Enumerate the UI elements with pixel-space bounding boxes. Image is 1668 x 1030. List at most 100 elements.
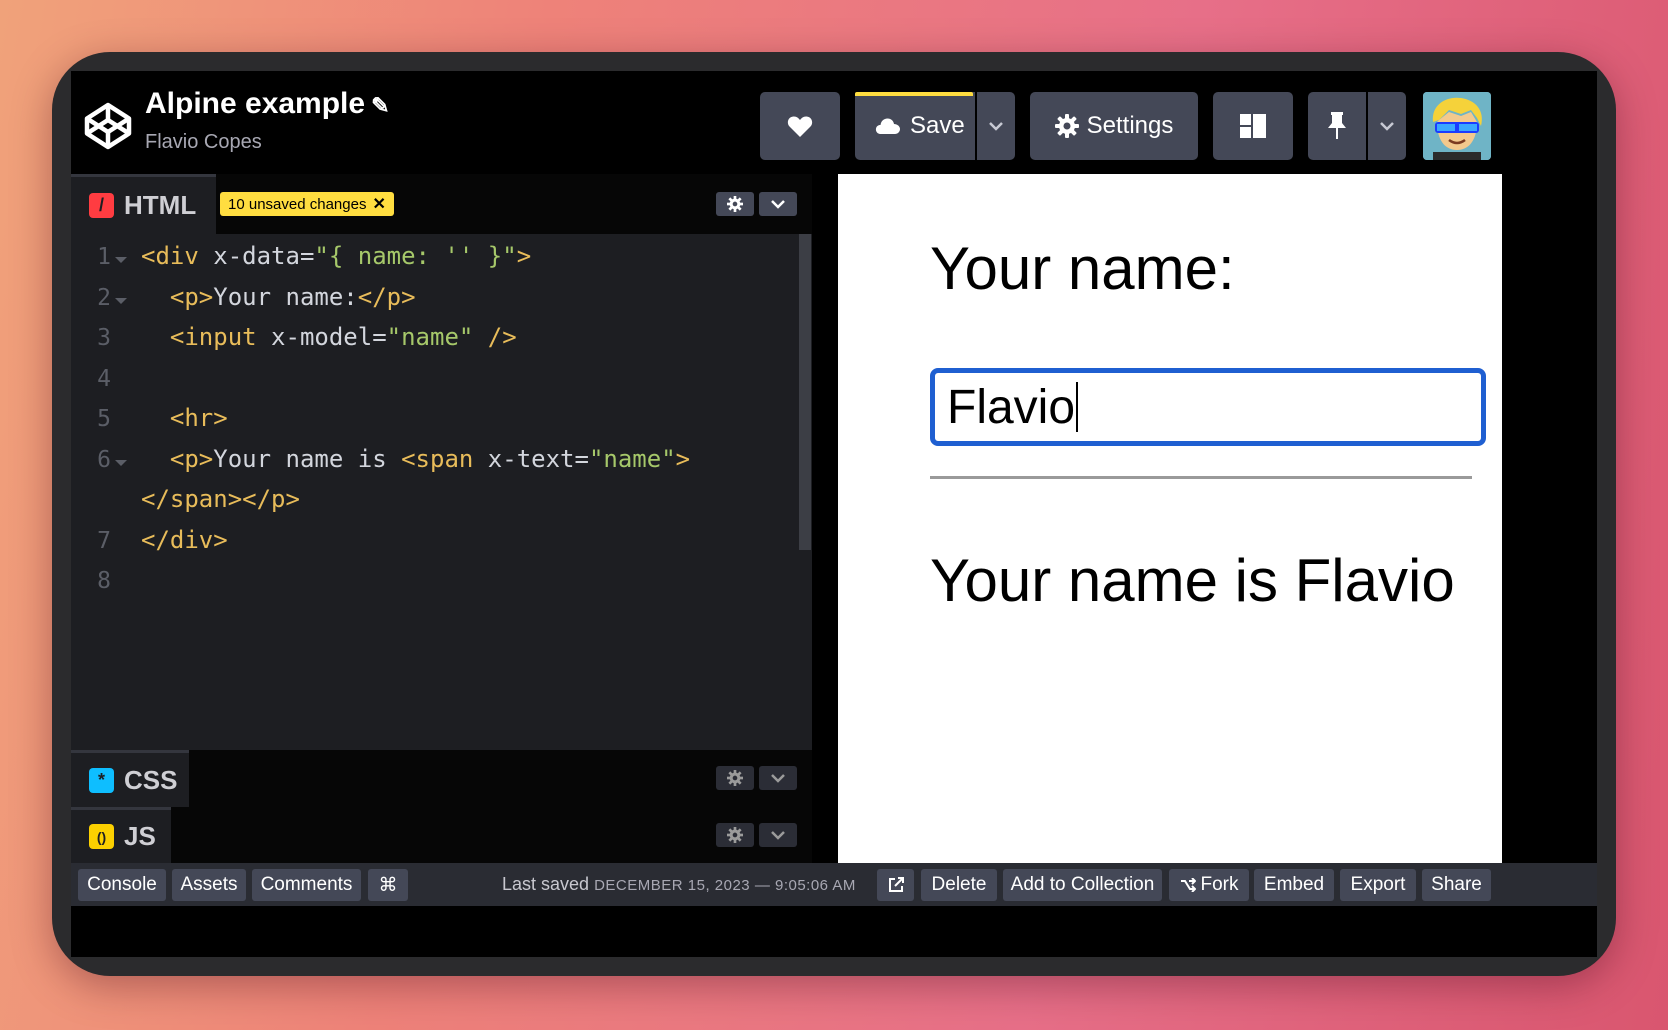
- footer: Console Assets Comments ⌘ Last saved DEC…: [71, 863, 1597, 906]
- save-label: Save: [910, 112, 965, 139]
- fork-icon: [1180, 878, 1196, 892]
- css-collapse-button[interactable]: [759, 766, 797, 790]
- html-editor-header: / HTML 10 unsaved changes ✕: [71, 174, 812, 234]
- layout-icon: [1240, 114, 1266, 138]
- chevron-down-icon: [771, 831, 785, 840]
- gear-icon: [727, 770, 743, 786]
- console-button[interactable]: Console: [78, 869, 166, 901]
- preview-output: Your name is Flavio: [930, 547, 1455, 614]
- preview-label: Your name:: [930, 235, 1235, 302]
- comments-button[interactable]: Comments: [252, 869, 361, 901]
- line-number: 4: [97, 366, 111, 392]
- external-link-icon: [888, 877, 904, 892]
- pin-button[interactable]: [1308, 92, 1366, 160]
- fork-label: Fork: [1200, 874, 1239, 895]
- tab-js-label: JS: [124, 821, 156, 851]
- embed-button[interactable]: Embed: [1254, 869, 1334, 901]
- share-button[interactable]: Share: [1422, 869, 1491, 901]
- preview-name-input[interactable]: Flavio: [930, 368, 1486, 446]
- line-number: 1: [97, 244, 111, 270]
- line-number: 2: [97, 285, 111, 311]
- codepen-logo-icon[interactable]: [83, 101, 133, 151]
- close-icon[interactable]: ✕: [372, 194, 385, 214]
- unsaved-changes-text: 10 unsaved changes: [228, 195, 367, 213]
- tab-html-label: HTML: [124, 190, 197, 220]
- resize-handle[interactable]: [812, 174, 838, 863]
- fold-arrow-icon[interactable]: [115, 298, 127, 304]
- tab-js[interactable]: () JS: [71, 807, 171, 863]
- code-line: </div>: [141, 526, 228, 554]
- js-lang-icon: (): [89, 824, 114, 849]
- pen-title-text: Alpine example: [145, 87, 366, 120]
- js-settings-button[interactable]: [716, 823, 754, 847]
- avatar[interactable]: [1423, 92, 1491, 160]
- pencil-icon[interactable]: ✎: [371, 93, 389, 118]
- line-number: 7: [97, 528, 111, 554]
- text-caret: [1076, 382, 1079, 432]
- code-line: <p>Your name:</p>: [169, 283, 416, 311]
- settings-label: Settings: [1086, 112, 1174, 139]
- device-frame: Alpine example ✎ Flavio Copes Save Setti…: [52, 52, 1616, 976]
- fork-button[interactable]: Fork: [1169, 869, 1249, 901]
- chevron-down-icon: [1380, 122, 1394, 131]
- gear-icon: [727, 827, 743, 843]
- line-number: 6: [97, 447, 111, 473]
- save-button[interactable]: Save: [855, 92, 975, 160]
- html-lang-icon: /: [89, 193, 114, 218]
- line-number: 8: [97, 568, 111, 594]
- unsaved-changes-badge[interactable]: 10 unsaved changes ✕: [220, 192, 394, 216]
- last-saved-label: Last saved: [502, 874, 590, 894]
- pen-title[interactable]: Alpine example ✎: [145, 87, 390, 121]
- chevron-down-icon: [771, 774, 785, 783]
- code-line: </span></p>: [141, 485, 300, 513]
- gear-icon: [1054, 114, 1079, 138]
- scrollbar-thumb[interactable]: [799, 234, 811, 550]
- tab-css[interactable]: * CSS: [71, 750, 189, 807]
- html-settings-button[interactable]: [716, 192, 754, 216]
- fold-arrow-icon[interactable]: [115, 460, 127, 466]
- last-saved-time: DECEMBER 15, 2023 — 9:05:06 AM: [594, 877, 856, 894]
- editor-column: / HTML 10 unsaved changes ✕ 1 2 3 4 5 6 …: [71, 174, 812, 863]
- tab-html[interactable]: / HTML: [71, 174, 216, 234]
- export-button[interactable]: Export: [1340, 869, 1416, 901]
- assets-button[interactable]: Assets: [172, 869, 246, 901]
- pen-author[interactable]: Flavio Copes: [145, 131, 262, 154]
- css-settings-button[interactable]: [716, 766, 754, 790]
- fold-arrow-icon[interactable]: [115, 257, 127, 263]
- delete-button[interactable]: Delete: [921, 869, 997, 901]
- avatar-image: [1423, 92, 1491, 160]
- html-code-editor[interactable]: 1 2 3 4 5 6 7 8 <div x-data="{ name: '' …: [71, 234, 796, 750]
- save-options-button[interactable]: [977, 92, 1015, 160]
- gear-icon: [727, 196, 743, 212]
- header: Alpine example ✎ Flavio Copes Save Setti…: [71, 71, 1597, 174]
- editor-scrollbar[interactable]: [797, 234, 812, 750]
- code-line: <p>Your name is <span x-text="name">: [169, 445, 691, 473]
- code-line: <div x-data="{ name: '' }">: [141, 242, 532, 270]
- codepen-editor: Alpine example ✎ Flavio Copes Save Setti…: [71, 71, 1597, 957]
- line-number: 5: [97, 406, 111, 432]
- pin-options-button[interactable]: [1368, 92, 1406, 160]
- preview-divider: [930, 476, 1472, 479]
- chevron-down-icon: [771, 200, 785, 209]
- html-collapse-button[interactable]: [759, 192, 797, 216]
- keyboard-shortcuts-button[interactable]: ⌘: [368, 869, 408, 901]
- last-saved-status: Last saved DECEMBER 15, 2023 — 9:05:06 A…: [502, 874, 856, 895]
- code-line: <hr>: [169, 404, 228, 432]
- cloud-icon: [875, 118, 900, 134]
- change-view-button[interactable]: [1213, 92, 1293, 160]
- add-to-collection-button[interactable]: Add to Collection: [1003, 869, 1162, 901]
- chevron-down-icon: [989, 122, 1003, 131]
- open-in-new-window-button[interactable]: [877, 869, 914, 901]
- js-collapse-button[interactable]: [759, 823, 797, 847]
- tab-css-label: CSS: [124, 764, 178, 795]
- js-editor-header: () JS: [71, 807, 812, 863]
- settings-button[interactable]: Settings: [1030, 92, 1198, 160]
- line-number: 3: [97, 325, 111, 351]
- save-accent-bar: [855, 92, 973, 96]
- code-line: <input x-model="name" />: [169, 323, 517, 351]
- css-lang-icon: *: [89, 767, 114, 793]
- pin-icon: [1328, 112, 1346, 139]
- love-button[interactable]: [760, 92, 840, 160]
- heart-icon: [787, 116, 813, 137]
- preview-input-value: Flavio: [947, 380, 1076, 434]
